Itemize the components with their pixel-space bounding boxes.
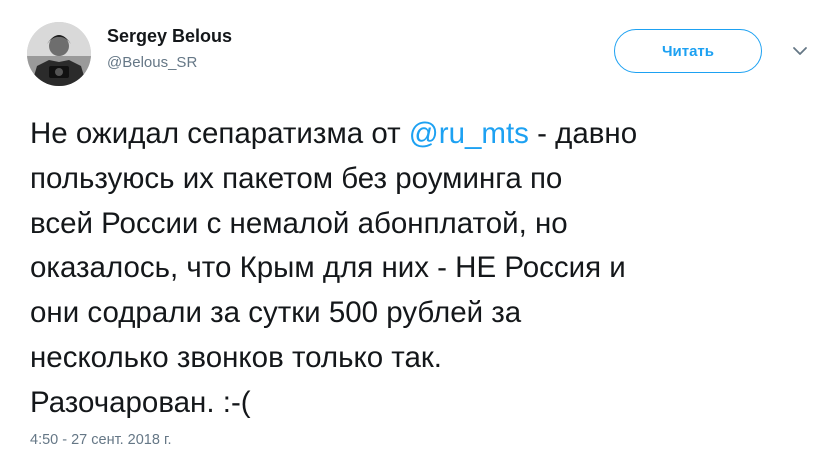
tweet-line: они содрали за сутки 500 рублей за (30, 296, 522, 330)
author-name[interactable]: Sergey Belous (107, 26, 232, 47)
tweet-line: несколько звонков только так. (30, 340, 442, 374)
mention-link[interactable]: @ru_mts (409, 117, 529, 150)
chevron-down-icon[interactable] (790, 41, 810, 61)
author-handle[interactable]: @Belous_SR (107, 54, 197, 71)
avatar[interactable] (27, 22, 91, 86)
tweet-line: Не ожидал сепаратизма от @ru_mts - давно (30, 112, 800, 157)
avatar-photo (27, 22, 91, 86)
tweet-line: пользуюсь их пакетом без роуминга по (30, 161, 563, 195)
tweet-line: Разочарован. :-( (30, 385, 251, 419)
tweet-text: Не ожидал сепаратизма от @ru_mts - давно… (30, 112, 800, 426)
tweet-timestamp[interactable]: 4:50 - 27 сент. 2018 г. (30, 432, 172, 448)
tweet-line: оказалось, что Крым для них - НЕ Россия … (30, 251, 626, 285)
tweet-text-segment: - давно (528, 117, 638, 150)
tweet-line: всей России с немалой абонплатой, но (30, 206, 568, 240)
tweet-card: Sergey Belous @Belous_SR Читать Не ожида… (0, 0, 814, 468)
follow-button[interactable]: Читать (614, 29, 762, 73)
tweet-text-segment: Не ожидал сепаратизма от (30, 117, 409, 150)
